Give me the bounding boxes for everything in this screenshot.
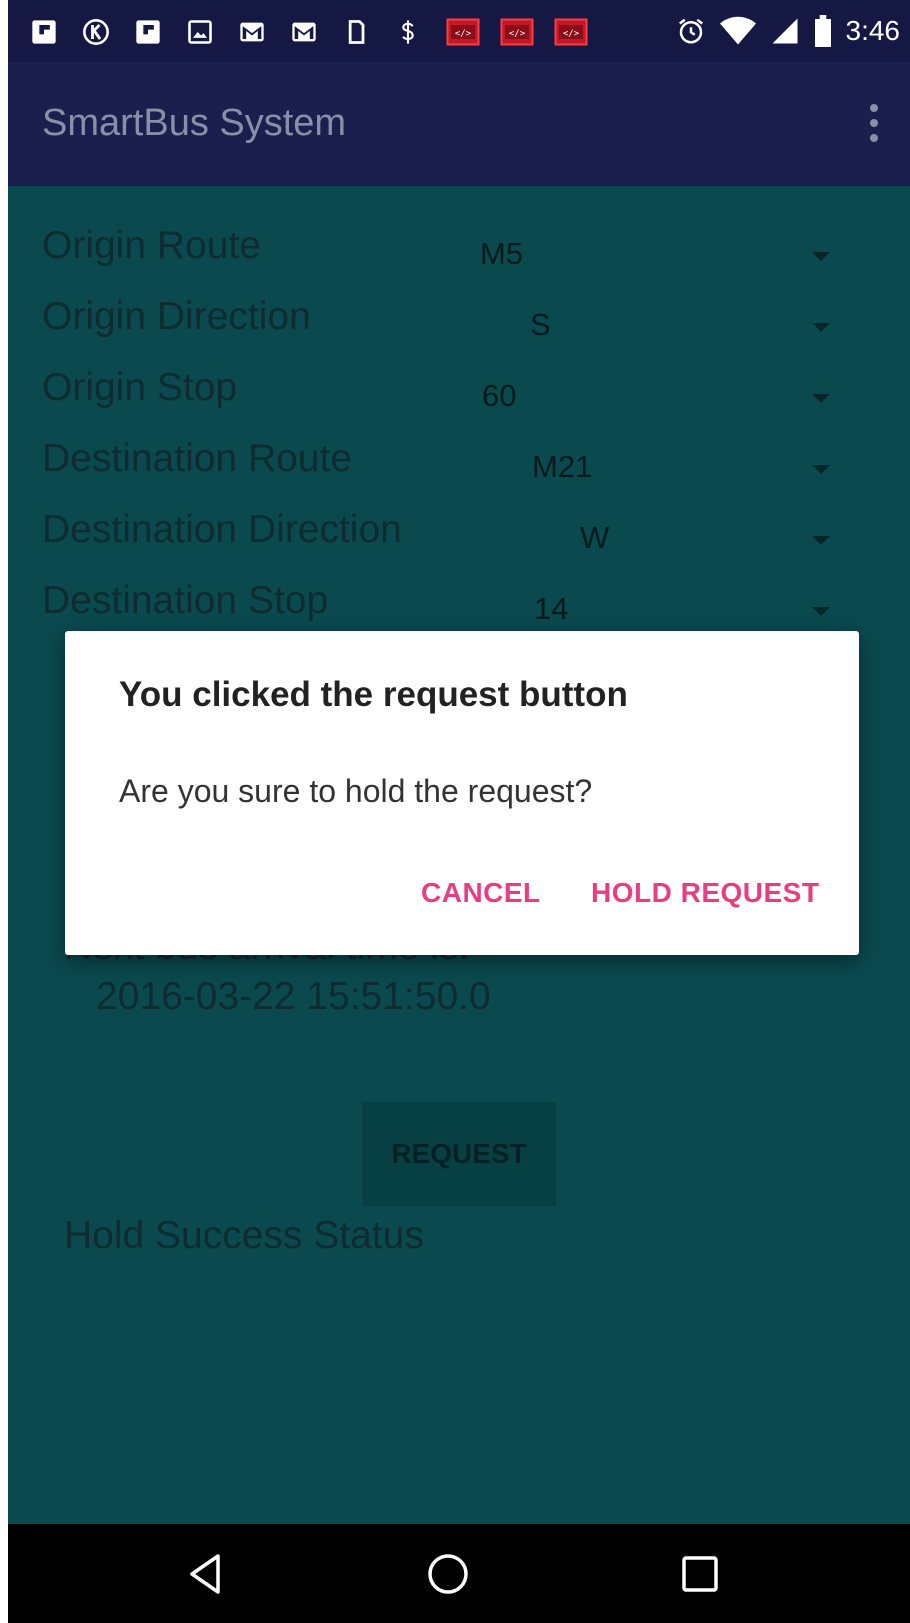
origin-stop-spinner[interactable]: 60 — [482, 378, 516, 414]
k-icon — [82, 18, 110, 46]
origin-direction-label: Origin Direction — [42, 295, 311, 338]
clock: 3:46 — [845, 15, 901, 46]
dropdown-arrow-icon[interactable] — [812, 252, 830, 261]
dropdown-arrow-icon[interactable] — [812, 465, 830, 474]
phone-icon — [342, 18, 370, 46]
dropdown-arrow-icon[interactable] — [812, 536, 830, 545]
flipboard-icon — [134, 18, 162, 46]
dev-icon: </> — [446, 18, 480, 46]
dollar-icon — [394, 18, 422, 46]
destination-direction-row: Destination Direction W — [8, 508, 910, 578]
request-button[interactable]: REQUEST — [362, 1102, 556, 1206]
navigation-bar — [8, 1524, 910, 1623]
gmail-icon — [290, 18, 318, 46]
destination-direction-spinner[interactable]: W — [580, 520, 609, 556]
dropdown-arrow-icon[interactable] — [812, 323, 830, 332]
origin-route-label: Origin Route — [42, 224, 261, 267]
notification-icons: </> </> </> — [30, 16, 608, 48]
destination-direction-label: Destination Direction — [42, 508, 402, 551]
phone-screen: </> </> </> 3:46 SmartBus System Origin … — [8, 0, 910, 1623]
confirm-dialog: You clicked the request button Are you s… — [65, 631, 859, 955]
dialog-title: You clicked the request button — [119, 675, 628, 714]
destination-route-label: Destination Route — [42, 437, 353, 480]
dropdown-arrow-icon[interactable] — [812, 394, 830, 403]
flipboard-icon — [30, 18, 58, 46]
hold-request-button[interactable]: HOLD REQUEST — [591, 877, 819, 909]
next-bus-time: 2016-03-22 15:51:50.0 — [96, 975, 491, 1018]
overflow-menu-icon[interactable] — [868, 104, 880, 142]
status-bar: </> </> </> 3:46 — [8, 0, 910, 62]
image-icon — [186, 18, 214, 46]
dev-icon: </> — [500, 18, 534, 46]
hold-status-text: Hold Success Status — [64, 1214, 424, 1257]
gmail-icon — [238, 18, 266, 46]
signal-icon — [770, 16, 800, 46]
recents-icon[interactable] — [676, 1550, 724, 1598]
svg-text:</>: </> — [563, 29, 580, 39]
origin-direction-spinner[interactable]: S — [530, 307, 551, 343]
back-icon[interactable] — [182, 1550, 230, 1598]
dev-icon: </> — [554, 18, 588, 46]
wifi-icon — [719, 16, 756, 46]
dropdown-arrow-icon[interactable] — [812, 607, 830, 616]
battery-icon — [814, 15, 832, 47]
origin-route-row: Origin Route M5 — [8, 224, 910, 294]
app-title: SmartBus System — [42, 102, 347, 144]
svg-text:</>: </> — [455, 29, 472, 39]
destination-route-spinner[interactable]: M21 — [532, 449, 592, 485]
svg-text:</>: </> — [509, 29, 526, 39]
system-icons: 3:46 — [662, 14, 901, 48]
dialog-message: Are you sure to hold the request? — [119, 773, 593, 809]
alarm-icon — [676, 16, 706, 46]
destination-stop-spinner[interactable]: 14 — [534, 591, 568, 627]
origin-route-spinner[interactable]: M5 — [480, 236, 523, 272]
cancel-button[interactable]: CANCEL — [421, 877, 541, 909]
destination-route-row: Destination Route M21 — [8, 437, 910, 507]
app-bar: SmartBus System — [8, 62, 910, 186]
origin-stop-row: Origin Stop 60 — [8, 366, 910, 436]
origin-direction-row: Origin Direction S — [8, 295, 910, 365]
home-icon[interactable] — [424, 1550, 472, 1598]
destination-stop-label: Destination Stop — [42, 579, 329, 622]
origin-stop-label: Origin Stop — [42, 366, 238, 409]
